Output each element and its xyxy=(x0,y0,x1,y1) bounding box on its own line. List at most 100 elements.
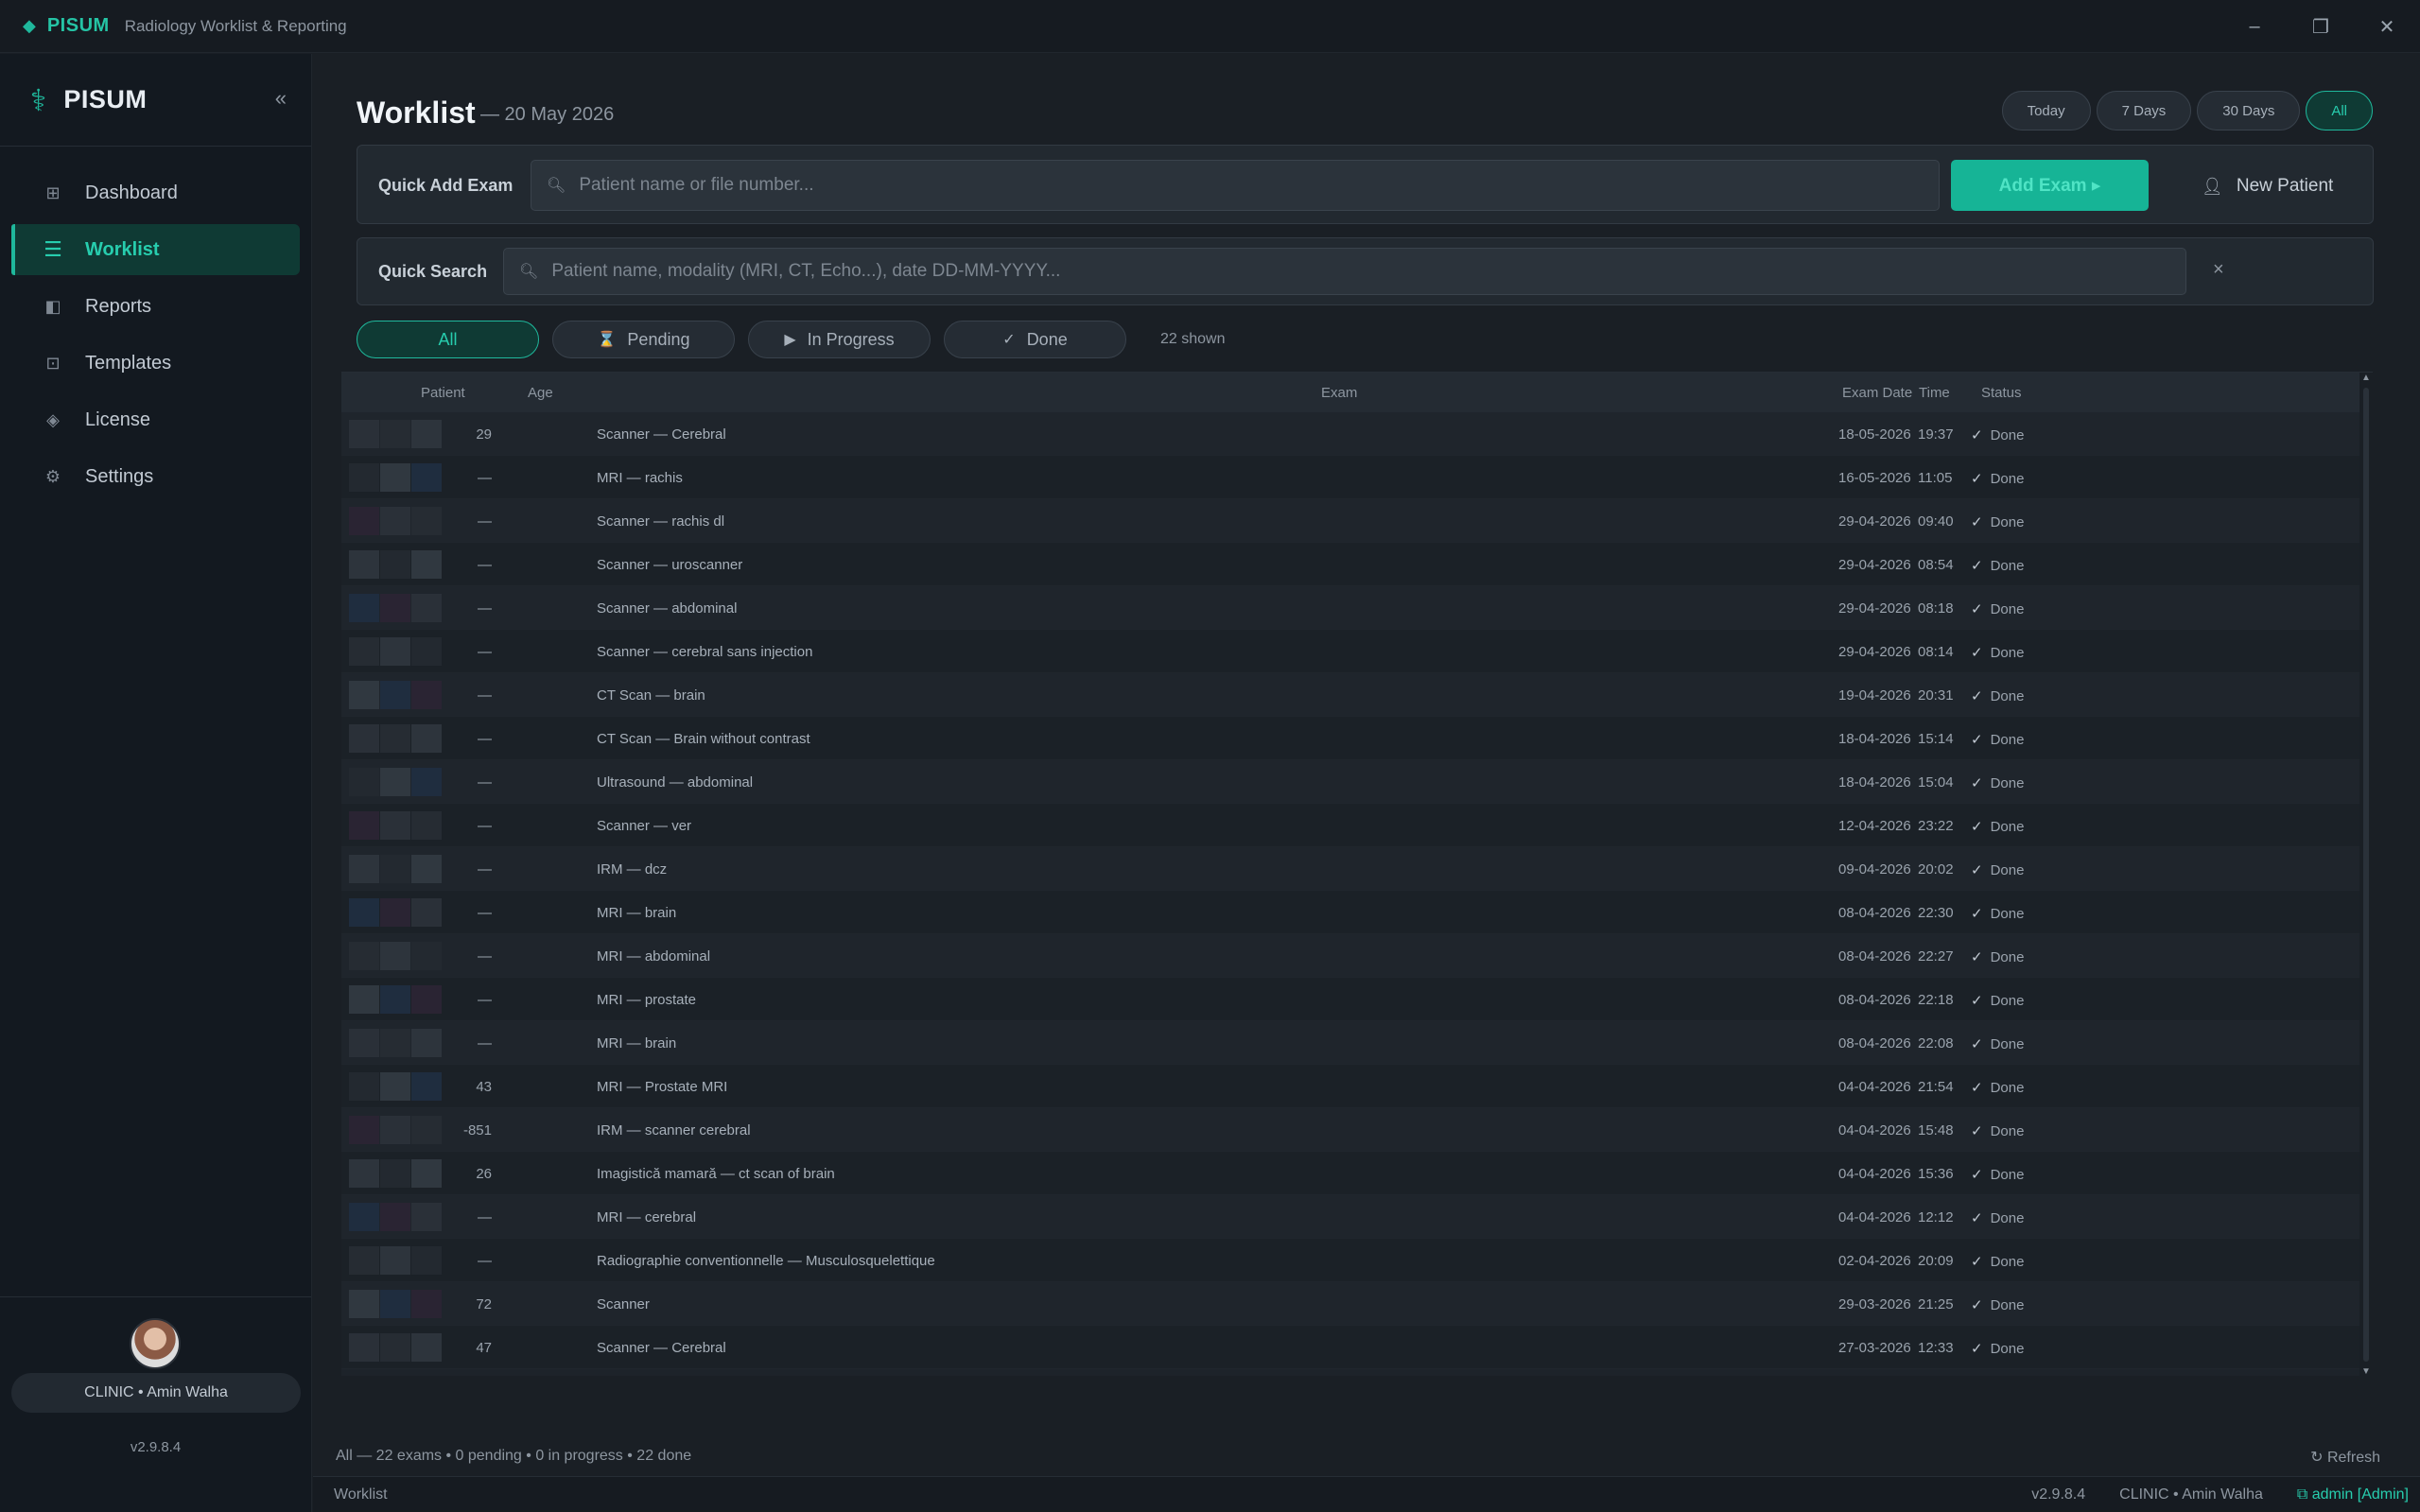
sidebar-item-reports[interactable]: ◧ Reports xyxy=(11,281,300,332)
patient-name-redacted xyxy=(349,1333,379,1362)
range-30-days-button[interactable]: 30 Days xyxy=(2197,91,2301,130)
column-patient[interactable]: Patient xyxy=(421,385,465,401)
cell-time: 15:14 xyxy=(1918,731,1954,747)
sidebar-item-settings[interactable]: ⚙ Settings xyxy=(11,451,300,502)
table-row[interactable]: — MRI — abdominal 08-04-2026 22:27 ✓ Done xyxy=(341,934,2373,978)
check-icon: ✓ xyxy=(1971,819,1983,835)
table-scrollbar[interactable]: ▲ ▼ xyxy=(2359,373,2373,1377)
cell-status: ✓ Done xyxy=(1971,1122,2024,1139)
maximize-button[interactable]: ❐ xyxy=(2288,0,2354,53)
quick-add-input[interactable]: 🔍︎ Patient name or file number... xyxy=(531,160,1940,211)
cell-time: 09:40 xyxy=(1918,513,1954,530)
table-row[interactable]: 29 Scanner — Cerebral 18-05-2026 19:37 ✓ Done xyxy=(341,412,2373,456)
table-row[interactable]: — MRI — brain 08-04-2026 22:08 ✓ Done xyxy=(341,1021,2373,1065)
table-row[interactable]: — Scanner — abdominal 29-04-2026 08:18 ✓ Done xyxy=(341,586,2373,630)
range-today-button[interactable]: Today xyxy=(2001,91,2091,130)
cell-age: — xyxy=(478,1209,492,1225)
table-row[interactable]: — IRM — dcz 09-04-2026 20:02 ✓ Done xyxy=(341,847,2373,891)
range-7-days-button[interactable]: 7 Days xyxy=(2096,91,2192,130)
table-row[interactable]: — Ultrasound — abdominal 18-04-2026 15:04 ✓ D… xyxy=(341,760,2373,804)
quick-search-input[interactable]: 🔍︎ Patient name, modality (MRI, CT, Echo… xyxy=(503,248,2186,295)
close-window-button[interactable]: ✕ xyxy=(2354,0,2420,53)
app-subtitle: Radiology Worklist & Reporting xyxy=(124,16,347,35)
sidebar-item-templates[interactable]: ⊡ Templates xyxy=(11,338,300,389)
table-row[interactable]: -851 IRM — scanner cerebral 04-04-2026 15:4… xyxy=(341,1108,2373,1152)
check-icon: ✓ xyxy=(1971,645,1983,661)
cell-status: ✓ Done xyxy=(1971,774,2024,791)
column-exam[interactable]: Exam xyxy=(1321,385,1357,401)
avatar[interactable] xyxy=(130,1318,181,1369)
table-row[interactable]: — Radiographie conventionnelle — Musculos… xyxy=(341,1239,2373,1282)
scroll-up-icon[interactable]: ▲ xyxy=(2361,373,2371,383)
patient-name-redacted xyxy=(349,420,379,448)
table-body: 29 Scanner — Cerebral 18-05-2026 19:37 ✓ Done… xyxy=(341,412,2373,1369)
status-user: CLINIC • Amin Walha xyxy=(2119,1486,2263,1503)
column-status[interactable]: Status xyxy=(1981,385,2022,401)
cell-exam: Ultrasound — abdominal xyxy=(597,774,754,791)
table-row[interactable]: 47 Scanner — Cerebral 27-03-2026 12:33 ✓ Done xyxy=(341,1326,2373,1369)
patient-name-redacted xyxy=(349,681,379,709)
patient-name-redacted xyxy=(411,1029,442,1057)
clear-search-button[interactable]: × xyxy=(2213,259,2224,281)
sidebar-nav: ⊞ Dashboard ☰ Worklist ◧ Reports ⊡ Templ… xyxy=(0,147,311,502)
table-row[interactable]: — MRI — rachis 16-05-2026 11:05 ✓ Done xyxy=(341,456,2373,499)
gear-icon: ⚙ xyxy=(44,466,61,486)
collapse-sidebar-button[interactable]: « xyxy=(275,86,287,111)
list-icon: ☰ xyxy=(44,237,62,261)
admin-link[interactable]: ⧉ admin [Admin] xyxy=(2297,1486,2409,1503)
minimize-button[interactable]: – xyxy=(2221,0,2288,53)
table-row[interactable]: — CT Scan — Brain without contrast 18-04-2… xyxy=(341,717,2373,760)
new-patient-button[interactable]: 👤︎ New Patient xyxy=(2202,176,2333,197)
summary-bar: All — 22 exams • 0 pending • 0 in progre… xyxy=(336,1448,2416,1467)
filter-in-progress-button[interactable]: ▶ In Progress xyxy=(748,321,931,358)
quick-add-placeholder: Patient name or file number... xyxy=(579,175,814,195)
patient-name-redacted xyxy=(411,1072,442,1101)
refresh-button[interactable]: ↻ Refresh xyxy=(2310,1448,2380,1467)
status-label: Done xyxy=(1990,1297,2025,1313)
scroll-down-icon[interactable]: ▼ xyxy=(2361,1366,2371,1377)
table-row[interactable]: — Scanner — ver 12-04-2026 23:22 ✓ Done xyxy=(341,804,2373,847)
filter-pending-button[interactable]: ⌛ Pending xyxy=(552,321,735,358)
cell-time: 22:18 xyxy=(1918,992,1954,1008)
table-row[interactable]: — Scanner — rachis dl 29-04-2026 09:40 ✓ Done xyxy=(341,499,2373,543)
table-row[interactable]: — MRI — cerebral 04-04-2026 12:12 ✓ Done xyxy=(341,1195,2373,1239)
table-row[interactable]: — MRI — prostate 08-04-2026 22:18 ✓ Done xyxy=(341,978,2373,1021)
status-label: Done xyxy=(1990,949,2025,965)
table-row[interactable]: 72 Scanner 29-03-2026 21:25 ✓ Done xyxy=(341,1282,2373,1326)
cell-status: ✓ Done xyxy=(1971,992,2024,1009)
cell-exam: Scanner xyxy=(597,1296,650,1312)
range-all-button[interactable]: All xyxy=(2306,91,2373,130)
sidebar-item-label: Reports xyxy=(85,295,152,317)
sidebar-item-dashboard[interactable]: ⊞ Dashboard xyxy=(11,167,300,218)
status-label: Done xyxy=(1990,1123,2025,1139)
summary-text: All — 22 exams • 0 pending • 0 in progre… xyxy=(336,1448,692,1464)
column-time[interactable]: Time xyxy=(1919,385,1950,401)
column-age[interactable]: Age xyxy=(528,385,553,401)
sidebar-item-license[interactable]: ◈ License xyxy=(11,394,300,445)
table-row[interactable]: — MRI — brain 08-04-2026 22:30 ✓ Done xyxy=(341,891,2373,934)
license-icon: ◈ xyxy=(46,409,60,429)
filter-all-button[interactable]: All xyxy=(357,321,539,358)
check-icon: ✓ xyxy=(1971,514,1983,530)
user-pill[interactable]: CLINIC • Amin Walha xyxy=(11,1373,301,1413)
cell-time: 15:48 xyxy=(1918,1122,1954,1138)
table-row[interactable]: 43 MRI — Prostate MRI 04-04-2026 21:54 ✓ Done xyxy=(341,1065,2373,1108)
table-row[interactable]: — Scanner — cerebral sans injection 29-04-… xyxy=(341,630,2373,673)
cell-exam-date: 29-04-2026 xyxy=(1838,644,1911,660)
column-exam-date[interactable]: Exam Date xyxy=(1842,385,1912,401)
cell-time: 21:54 xyxy=(1918,1079,1954,1095)
cell-exam-date: 29-04-2026 xyxy=(1838,600,1911,617)
patient-name-redacted xyxy=(380,855,410,883)
page-date: — 20 May 2026 xyxy=(480,104,615,125)
patient-name-redacted xyxy=(411,942,442,970)
check-icon: ✓ xyxy=(1971,949,1983,965)
table-row[interactable]: — CT Scan — brain 19-04-2026 20:31 ✓ Done xyxy=(341,673,2373,717)
filter-done-button[interactable]: ✓ Done xyxy=(944,321,1126,358)
scrollbar-thumb[interactable] xyxy=(2363,388,2369,1362)
sidebar-item-worklist[interactable]: ☰ Worklist xyxy=(11,224,300,275)
add-exam-button[interactable]: Add Exam ▸ xyxy=(1951,160,2149,211)
table-row[interactable]: 26 Imagistică mamară — ct scan of brain 04… xyxy=(341,1152,2373,1195)
table-row[interactable]: — Scanner — uroscanner 29-04-2026 08:54 ✓ Don… xyxy=(341,543,2373,586)
status-label: Done xyxy=(1990,906,2025,922)
cell-age: — xyxy=(478,905,492,921)
